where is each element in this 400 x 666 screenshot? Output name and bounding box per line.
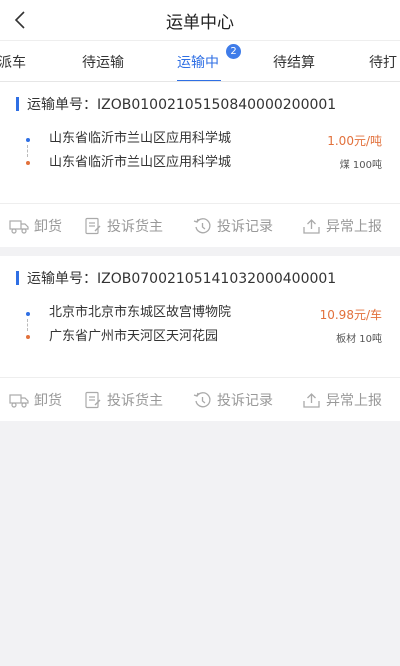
destination-dot-icon [26,161,30,165]
order-number-row: 运输单号：IZOB01002105150840000200001 [16,96,337,113]
order-number: 运输单号：IZOB07002105141032000400001 [27,271,337,287]
card-actions: 卸货 投诉货主 投诉记录 异常上报 [0,203,400,243]
page-title: 运单中心 [166,13,234,33]
complain-owner-label: 投诉货主 [107,393,163,409]
complaint-records-label: 投诉记录 [217,393,273,409]
unload-button[interactable]: 卸货 [9,216,62,236]
route-connector [27,319,28,331]
truck-icon [9,394,29,408]
report-exception-label: 异常上报 [326,393,382,409]
order-accent-bar [16,97,19,111]
history-icon [193,217,211,233]
tab-awaiting-print[interactable]: 待打 [369,52,397,72]
status-tabs: 派车 待运输 运输中 待结算 待打 [0,40,400,82]
truck-icon [9,220,29,234]
unload-label: 卸货 [34,393,62,409]
complaint-records-button[interactable]: 投诉记录 [193,390,273,410]
complaint-records-label: 投诉记录 [217,219,273,235]
origin-dot-icon [26,138,30,142]
freight-price: 1.00元/吨 [327,134,382,148]
cargo-info: 煤 100吨 [339,160,382,171]
upload-icon [303,219,320,234]
upload-icon [303,393,320,408]
history-icon [193,391,211,407]
tab-count-badge: 2 [226,44,241,59]
tab-awaiting-settlement[interactable]: 待结算 [273,52,315,72]
freight-price: 10.98元/车 [319,308,382,322]
empty-list-area [0,421,400,666]
destination-dot-icon [26,335,30,339]
document-edit-icon [85,391,101,409]
complain-owner-button[interactable]: 投诉货主 [84,390,163,410]
complain-owner-button[interactable]: 投诉货主 [84,216,163,236]
order-accent-bar [16,271,19,285]
cargo-info: 板材 10吨 [336,334,382,345]
tab-dispatch[interactable]: 派车 [0,52,26,72]
unload-label: 卸货 [34,219,62,235]
waybill-card[interactable]: 运输单号：IZOB01002105150840000200001 山东省临沂市兰… [0,82,400,247]
origin-address: 山东省临沂市兰山区应用科学城 [49,131,232,146]
waybill-card[interactable]: 运输单号：IZOB07002105141032000400001 北京市北京市东… [0,256,400,421]
order-number-row: 运输单号：IZOB07002105141032000400001 [16,270,337,287]
unload-button[interactable]: 卸货 [9,390,62,410]
route-connector [27,145,28,157]
document-edit-icon [85,217,101,235]
card-actions: 卸货 投诉货主 投诉记录 异常上报 [0,377,400,417]
tab-awaiting-transport[interactable]: 待运输 [82,52,124,72]
report-exception-label: 异常上报 [326,219,382,235]
origin-address: 北京市北京市东城区故宫博物院 [49,305,232,320]
report-exception-button[interactable]: 异常上报 [302,390,382,410]
top-nav-bar: 运单中心 [0,0,400,40]
destination-address: 广东省广州市天河区天河花园 [49,329,219,344]
origin-dot-icon [26,312,30,316]
order-number: 运输单号：IZOB01002105150840000200001 [27,97,337,113]
tab-in-transit[interactable]: 运输中 [177,52,219,72]
destination-address: 山东省临沂市兰山区应用科学城 [49,155,232,170]
report-exception-button[interactable]: 异常上报 [302,216,382,236]
complain-owner-label: 投诉货主 [107,219,163,235]
complaint-records-button[interactable]: 投诉记录 [193,216,273,236]
